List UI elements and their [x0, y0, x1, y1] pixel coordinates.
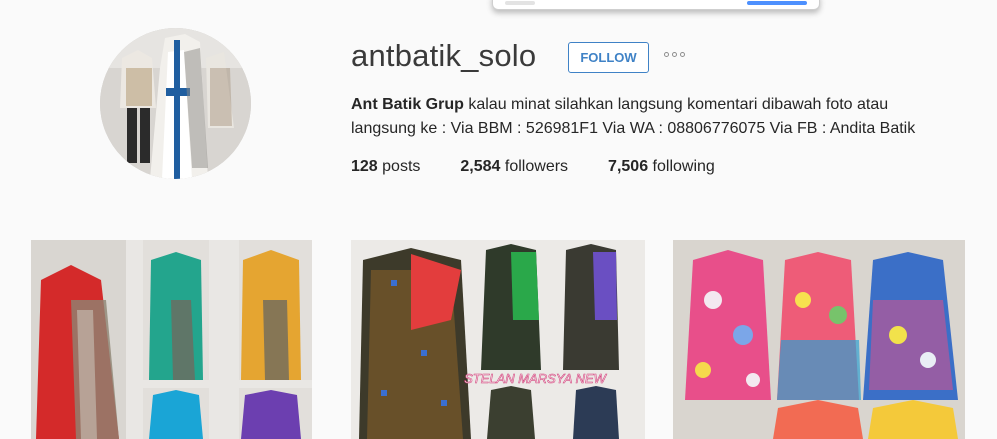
profile-username: antbatik_solo [351, 38, 537, 73]
profile-stats: 128 posts 2,584 followers 7,506 followin… [351, 156, 755, 178]
post-image: STELAN MARSYA NEW [351, 240, 645, 439]
following-count: 7,506 [608, 158, 649, 175]
followers-label: followers [504, 158, 569, 175]
profile-bio: Ant Batik Grup kalau minat silahkan lang… [351, 93, 951, 141]
post-caption: STELAN MARSYA NEW [464, 371, 608, 386]
popup-button[interactable] [747, 1, 807, 5]
avatar-image [100, 28, 251, 179]
post-image [673, 240, 965, 439]
bio-name: Ant Batik Grup [351, 96, 464, 113]
browser-popup [492, 0, 820, 10]
popup-element [505, 1, 535, 5]
dot-icon [680, 52, 685, 57]
posts-label: posts [382, 158, 421, 175]
following-stat[interactable]: 7,506 following [608, 156, 715, 178]
post-image [31, 240, 312, 439]
post-thumbnail-1[interactable] [31, 240, 312, 439]
following-label: following [652, 158, 715, 175]
more-options-icon[interactable] [664, 52, 685, 57]
posts-count: 128 [351, 158, 378, 175]
post-thumbnail-3[interactable] [673, 240, 965, 439]
post-thumbnail-2[interactable]: STELAN MARSYA NEW [351, 240, 645, 439]
followers-count: 2,584 [460, 158, 501, 175]
dot-icon [672, 52, 677, 57]
dot-icon [664, 52, 669, 57]
followers-stat[interactable]: 2,584 followers [460, 156, 568, 178]
follow-button[interactable]: FOLLOW [568, 42, 649, 73]
profile-avatar[interactable] [100, 28, 251, 179]
posts-stat[interactable]: 128 posts [351, 156, 420, 178]
